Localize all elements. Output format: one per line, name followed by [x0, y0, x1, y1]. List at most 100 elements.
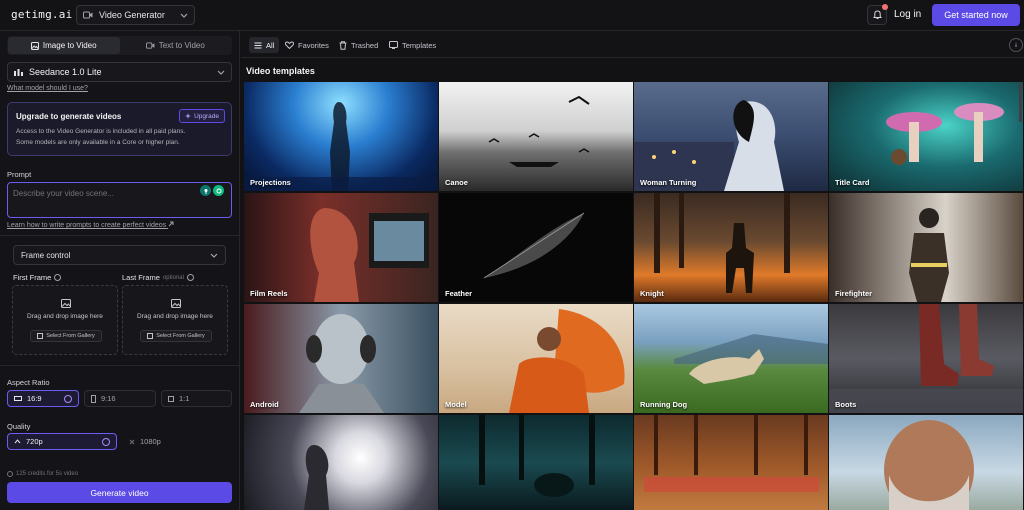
- dropzone-text: Drag and drop image here: [27, 313, 103, 320]
- filter-templates[interactable]: Templates: [384, 37, 441, 53]
- landscape-icon: [14, 396, 22, 401]
- template-label: Android: [250, 400, 279, 409]
- quality-option-label: 720p: [26, 437, 43, 446]
- model-select[interactable]: Seedance 1.0 Lite: [7, 62, 232, 82]
- template-card[interactable]: Firefighter: [829, 193, 1023, 302]
- template-card[interactable]: [244, 415, 438, 510]
- bell-icon: [872, 10, 882, 19]
- generator-select-label: Video Generator: [99, 10, 165, 20]
- coin-icon: [7, 471, 13, 477]
- filter-favorites[interactable]: Favorites: [280, 37, 334, 53]
- credits-text: 125 credits for 5s video: [16, 471, 79, 477]
- aspect-option-label: 1:1: [179, 394, 190, 403]
- template-card[interactable]: Running Dog: [634, 304, 828, 413]
- grammar-icon[interactable]: [200, 185, 211, 196]
- get-started-button[interactable]: Get started now: [932, 4, 1020, 26]
- mode-tabs: Image to Video Text to Video: [7, 36, 232, 55]
- canoe-thumbnail: [488, 95, 590, 167]
- filter-label: Favorites: [298, 40, 329, 50]
- left-panel: Image to Video Text to Video Seedance 1.…: [0, 31, 240, 510]
- template-label: Running Dog: [640, 400, 688, 409]
- template-label: Woman Turning: [640, 178, 697, 187]
- image-upload-icon: [61, 299, 71, 308]
- quality-label: Quality: [7, 422, 31, 431]
- help-circle-icon[interactable]: [186, 274, 194, 281]
- last-frame-label: Last Frame optional: [122, 273, 194, 282]
- tab-image-to-video[interactable]: Image to Video: [8, 37, 120, 54]
- divider: [0, 235, 240, 236]
- chevron-down-icon: [210, 253, 218, 258]
- notification-dot: [882, 4, 888, 10]
- filter-bar: All Favorites Trashed Templates: [241, 31, 1024, 58]
- template-label: Firefighter: [835, 289, 873, 298]
- filter-all[interactable]: All: [249, 37, 280, 53]
- aspect-1-1-option[interactable]: 1:1: [161, 390, 232, 407]
- upgrade-button[interactable]: Upgrade: [179, 109, 225, 123]
- tab-text-to-video[interactable]: Text to Video: [120, 37, 232, 54]
- template-card[interactable]: Projections: [244, 82, 438, 191]
- select-from-gallery-button[interactable]: Select From Gallery: [140, 330, 212, 342]
- filter-trashed[interactable]: Trashed: [334, 37, 383, 53]
- projections-thumbnail: [244, 102, 438, 191]
- upgrade-button-label: Upgrade: [194, 112, 219, 120]
- templates-title: Video templates: [246, 66, 315, 76]
- info-icon: [1015, 42, 1017, 47]
- template-card[interactable]: Boots: [829, 304, 1023, 413]
- chevron-down-icon: [180, 13, 188, 18]
- android-thumbnail: [299, 314, 384, 413]
- template-card[interactable]: [634, 415, 828, 510]
- generate-video-button[interactable]: Generate video: [7, 482, 232, 503]
- select-from-gallery-button[interactable]: Select From Gallery: [30, 330, 102, 342]
- dancers-thumbnail: [644, 415, 819, 492]
- running-dog-thumbnail: [674, 334, 828, 384]
- info-button[interactable]: [1009, 38, 1023, 52]
- first-frame-text: First Frame: [13, 273, 52, 282]
- template-card[interactable]: [829, 415, 1023, 510]
- template-card[interactable]: Canoe: [439, 82, 633, 191]
- logo[interactable]: getimg.ai: [11, 8, 72, 21]
- frame-control-label: Frame control: [21, 250, 71, 260]
- upgrade-line: Access to the Video Generator is include…: [16, 128, 186, 135]
- template-label: Projections: [250, 178, 291, 187]
- portrait-man-thumbnail: [884, 420, 974, 510]
- prompt-input[interactable]: Describe your video scene...: [7, 182, 232, 218]
- last-frame-dropzone[interactable]: Drag and drop image here Select From Gal…: [122, 285, 228, 355]
- template-card[interactable]: Title Card: [829, 82, 1023, 191]
- sparkle-icon: [185, 113, 192, 119]
- firefighter-thumbnail: [909, 208, 949, 302]
- template-card[interactable]: Film Reels: [244, 193, 438, 302]
- aspect-16-9-option[interactable]: 16:9: [7, 390, 79, 407]
- gallery-icon: [37, 333, 44, 339]
- assistant-icon[interactable]: [213, 185, 224, 196]
- frame-control-select[interactable]: Frame control: [13, 245, 226, 265]
- template-card[interactable]: Android: [244, 304, 438, 413]
- template-card[interactable]: Model: [439, 304, 633, 413]
- template-card[interactable]: Knight: [634, 193, 828, 302]
- quality-1080p-option[interactable]: 1080p: [122, 433, 232, 450]
- quality-720p-option[interactable]: 720p: [7, 433, 117, 450]
- template-card[interactable]: Feather: [439, 193, 633, 302]
- generator-select[interactable]: Video Generator: [76, 5, 195, 25]
- grid-icon: [254, 42, 262, 49]
- login-link[interactable]: Log in: [894, 9, 921, 20]
- scrollbar[interactable]: [1019, 82, 1022, 122]
- template-label: Model: [445, 400, 467, 409]
- aspect-option-label: 9:16: [101, 394, 116, 403]
- template-label: Feather: [445, 289, 473, 298]
- model-help-link[interactable]: What model should I use?: [7, 85, 88, 92]
- notifications-button[interactable]: [867, 4, 888, 25]
- template-card[interactable]: Woman Turning: [634, 82, 828, 191]
- prompt-guide-label: Learn how to write prompts to create per…: [7, 222, 167, 229]
- first-frame-label: First Frame: [13, 273, 62, 282]
- external-link-icon: [168, 221, 174, 227]
- portal-thumbnail: [304, 445, 329, 510]
- template-card[interactable]: [439, 415, 633, 510]
- help-circle-icon[interactable]: [54, 274, 62, 281]
- boots-thumbnail: [829, 304, 1023, 413]
- first-frame-dropzone[interactable]: Drag and drop image here Select From Gal…: [12, 285, 118, 355]
- aspect-9-16-option[interactable]: 9:16: [84, 390, 156, 407]
- chevron-up-icon: [14, 439, 21, 444]
- prompt-guide-link[interactable]: Learn how to write prompts to create per…: [7, 221, 174, 229]
- filter-label: Templates: [402, 40, 437, 50]
- heart-icon: [285, 41, 294, 49]
